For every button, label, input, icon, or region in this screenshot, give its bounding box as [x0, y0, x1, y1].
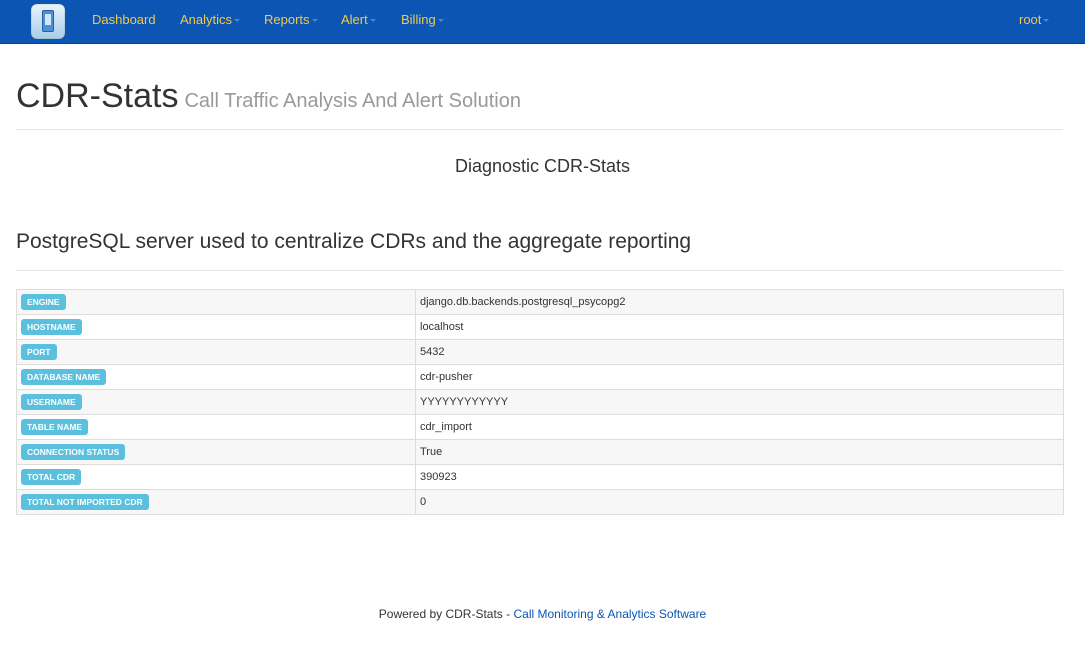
- chevron-down-icon: [437, 19, 444, 23]
- table-row: TOTAL NOT IMPORTED CDR 0: [16, 489, 1064, 515]
- nav-reports[interactable]: Reports: [264, 12, 318, 28]
- user-menu-label: root: [1019, 12, 1042, 27]
- table-key-cell: USERNAME: [16, 389, 416, 415]
- nav-billing-label: Billing: [401, 12, 436, 27]
- key-badge: TOTAL NOT IMPORTED CDR: [21, 494, 149, 510]
- table-row: TOTAL CDR 390923: [16, 464, 1064, 490]
- table-key-cell: TABLE NAME: [16, 414, 416, 440]
- table-value-cell: YYYYYYYYYYYY: [415, 389, 1064, 415]
- key-badge: ENGINE: [21, 294, 66, 310]
- table-key-cell: HOSTNAME: [16, 314, 416, 340]
- nav-dashboard-label: Dashboard: [92, 12, 156, 27]
- page-footer: Powered by CDR-Stats - Call Monitoring &…: [0, 607, 1085, 622]
- phone-logo-icon[interactable]: [31, 4, 65, 39]
- table-row: TABLE NAME cdr_import: [16, 414, 1064, 440]
- page-title-text: CDR-Stats: [16, 77, 179, 115]
- page-title: CDR-Stats Call Traffic Analysis And Alert…: [16, 75, 521, 122]
- table-value-cell: cdr_import: [415, 414, 1064, 440]
- table-row: HOSTNAME localhost: [16, 314, 1064, 340]
- footer-link[interactable]: Call Monitoring & Analytics Software: [513, 607, 706, 621]
- key-badge: HOSTNAME: [21, 319, 82, 335]
- nav-alert-label: Alert: [341, 12, 368, 27]
- table-key-cell: ENGINE: [16, 289, 416, 315]
- key-badge: USERNAME: [21, 394, 82, 410]
- chevron-down-icon: [1043, 19, 1050, 23]
- table-row: DATABASE NAME cdr-pusher: [16, 364, 1064, 390]
- table-key-cell: DATABASE NAME: [16, 364, 416, 390]
- nav-alert[interactable]: Alert: [341, 12, 376, 28]
- top-navbar: Dashboard Analytics Reports Alert Billin…: [0, 0, 1085, 44]
- table-key-cell: CONNECTION STATUS: [16, 439, 416, 465]
- diagnostic-table: ENGINE django.db.backends.postgresql_psy…: [16, 289, 1064, 515]
- nav-analytics[interactable]: Analytics: [180, 12, 241, 28]
- key-badge: CONNECTION STATUS: [21, 444, 126, 460]
- nav-billing[interactable]: Billing: [401, 12, 444, 28]
- chevron-down-icon: [369, 19, 376, 23]
- key-badge: TABLE NAME: [21, 419, 89, 435]
- section-title: PostgreSQL server used to centralize CDR…: [16, 230, 692, 253]
- table-key-cell: PORT: [16, 339, 416, 365]
- nav-dashboard[interactable]: Dashboard: [92, 12, 156, 28]
- table-value-cell: True: [415, 439, 1064, 465]
- user-menu[interactable]: root: [1019, 12, 1050, 28]
- page-subtitle: Call Traffic Analysis And Alert Solution: [184, 90, 521, 112]
- nav-analytics-label: Analytics: [180, 12, 233, 27]
- table-row: USERNAME YYYYYYYYYYYY: [16, 389, 1064, 415]
- chevron-down-icon: [234, 19, 241, 23]
- table-value-cell: 0: [415, 489, 1064, 515]
- table-value-cell: django.db.backends.postgresql_psycopg2: [415, 289, 1064, 315]
- table-value-cell: localhost: [415, 314, 1064, 340]
- footer-text: Powered by CDR-Stats -: [378, 607, 514, 621]
- key-badge: PORT: [21, 344, 57, 360]
- table-row: PORT 5432: [16, 339, 1064, 365]
- table-value-cell: 5432: [415, 339, 1064, 365]
- table-key-cell: TOTAL CDR: [16, 464, 416, 490]
- table-row: CONNECTION STATUS True: [16, 439, 1064, 465]
- nav-reports-label: Reports: [264, 12, 310, 27]
- section-divider: [16, 270, 1063, 271]
- table-key-cell: TOTAL NOT IMPORTED CDR: [16, 489, 416, 515]
- key-badge: TOTAL CDR: [21, 469, 82, 485]
- table-row: ENGINE django.db.backends.postgresql_psy…: [16, 289, 1064, 315]
- table-value-cell: cdr-pusher: [415, 364, 1064, 390]
- diagnostic-heading: Diagnostic CDR-Stats: [454, 156, 631, 176]
- chevron-down-icon: [311, 19, 318, 23]
- table-value-cell: 390923: [415, 464, 1064, 490]
- key-badge: DATABASE NAME: [21, 369, 107, 385]
- header-divider: [16, 129, 1063, 130]
